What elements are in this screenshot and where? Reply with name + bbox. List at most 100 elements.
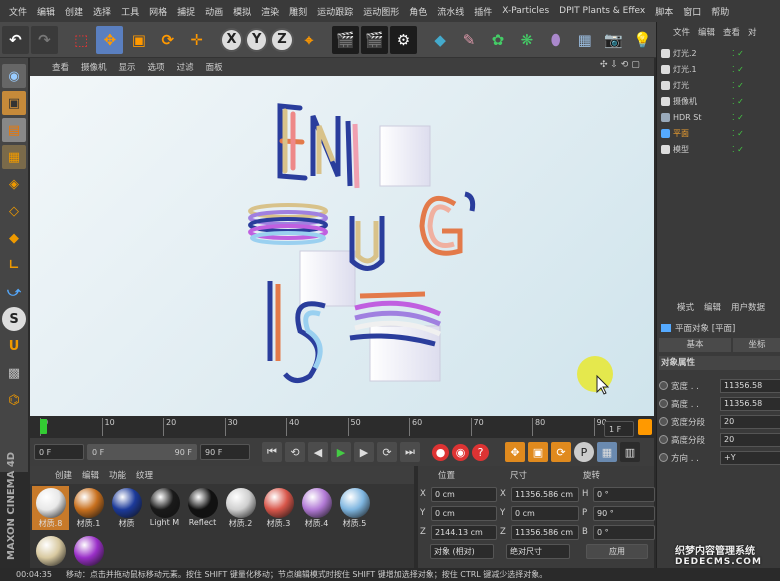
objmgr-tab[interactable]: 文件	[673, 26, 690, 38]
y-axis-button[interactable]: Y	[245, 27, 269, 52]
material-swatch[interactable]: 材质.5	[336, 486, 373, 530]
prev-frame-button[interactable]: ◀	[308, 442, 328, 462]
viewport-nav-icons[interactable]: ✣ ⇩ ⟲ ▢	[600, 60, 640, 70]
attr-value-field[interactable]: 11356.58	[720, 378, 780, 393]
attr-tab[interactable]: 模式	[677, 301, 694, 313]
viewport-menu-item[interactable]: 选项	[142, 61, 171, 73]
material-menu-item[interactable]: 编辑	[77, 469, 104, 481]
key-scale-button[interactable]: ▣	[528, 442, 548, 462]
menu-item-16[interactable]: X-Particles	[497, 6, 554, 16]
visibility-check-icon[interactable]: ⁚ ✓	[732, 129, 744, 138]
object-row[interactable]: 灯光.1 ⁚ ✓	[661, 62, 779, 76]
visibility-check-icon[interactable]: ⁚ ✓	[732, 113, 744, 122]
render-settings-button[interactable]: ⚙	[390, 25, 417, 54]
timeline-window-button[interactable]: ▥	[620, 442, 640, 462]
object-row[interactable]: 灯光.2 ⁚ ✓	[661, 46, 779, 60]
material-menu-item[interactable]: 创建	[50, 469, 77, 481]
undo-button[interactable]: ↶	[2, 25, 29, 54]
material-swatch[interactable]: 材质.2	[222, 486, 259, 530]
menu-item-17[interactable]: DPIT Plants & Effex	[554, 6, 650, 16]
material-menu-item[interactable]: 纹理	[131, 469, 158, 481]
goto-start-button[interactable]: ⏮	[262, 442, 282, 462]
viewport-menu-item[interactable]: 显示	[113, 61, 142, 73]
key-position-button[interactable]: ✥	[505, 442, 525, 462]
menu-item-15[interactable]: 插件	[469, 5, 497, 18]
objmgr-tab[interactable]: 对	[748, 26, 757, 38]
cube-icon[interactable]: ◆	[427, 26, 454, 54]
menu-item-5[interactable]: 网格	[144, 5, 172, 18]
key-rotation-button[interactable]: ⟳	[551, 442, 571, 462]
material-swatch[interactable]: 材质.8	[32, 486, 69, 530]
object-row[interactable]: 平面 ⁚ ✓	[661, 126, 779, 140]
live-select-button[interactable]: ⬚	[68, 26, 95, 54]
viewport-menu-item[interactable]: 过滤	[171, 61, 200, 73]
menu-item-14[interactable]: 流水线	[432, 5, 469, 18]
object-row[interactable]: 摄像机 ⁚ ✓	[661, 94, 779, 108]
axis-mode-icon[interactable]: ∟	[2, 253, 26, 277]
menu-item-4[interactable]: 工具	[116, 5, 144, 18]
rotation-field[interactable]: 0 °	[593, 486, 655, 502]
menu-item-2[interactable]: 创建	[60, 5, 88, 18]
recent-tool-button[interactable]: ✛	[183, 26, 210, 54]
object-row[interactable]: HDR St ⁚ ✓	[661, 110, 779, 124]
coords-size-mode-select[interactable]: 绝对尺寸	[506, 544, 570, 559]
viewport-menu-item[interactable]: 面板	[200, 61, 229, 73]
timeline-current-frame[interactable]: 1 F	[604, 421, 634, 437]
pen-icon[interactable]: ✎	[456, 26, 483, 54]
next-key-button[interactable]: ⟳	[377, 442, 397, 462]
viewport-menu-item[interactable]: 摄像机	[75, 61, 113, 73]
polygons-mode-icon[interactable]: ◆	[2, 226, 26, 250]
animate-dot-icon[interactable]	[659, 435, 668, 444]
x-axis-button[interactable]: X	[219, 27, 244, 52]
render-view-button[interactable]: 🎬	[332, 25, 360, 54]
apply-button[interactable]: 应用	[586, 544, 648, 559]
position-field[interactable]: 2144.13 cm	[431, 524, 497, 540]
tab-coord[interactable]: 坐标	[733, 338, 780, 352]
keyframe-selection-button[interactable]: ?	[472, 443, 489, 461]
material-swatch[interactable]: Light M	[146, 486, 183, 530]
attr-value-field[interactable]: 11356.58	[720, 396, 780, 411]
playhead[interactable]	[40, 419, 47, 434]
magnet-icon[interactable]: U	[2, 334, 26, 358]
attr-value-field[interactable]: +Y	[720, 450, 780, 465]
visibility-check-icon[interactable]: ⁚ ✓	[732, 145, 744, 154]
menu-item-7[interactable]: 动画	[200, 5, 228, 18]
edges-mode-icon[interactable]: ◇	[2, 199, 26, 223]
goto-end-button[interactable]: ⏭	[400, 442, 420, 462]
visibility-check-icon[interactable]: ⁚ ✓	[732, 81, 744, 90]
range-slider[interactable]: 0 F 90 F	[87, 444, 197, 460]
workplane-mode-icon[interactable]: ▦	[2, 145, 26, 169]
timeline-layout-icon[interactable]	[638, 419, 652, 435]
menu-item-3[interactable]: 选择	[88, 5, 116, 18]
end-frame-field[interactable]: 90 F	[200, 444, 250, 460]
array-icon[interactable]: ❋	[513, 26, 540, 54]
menu-item-10[interactable]: 雕刻	[284, 5, 312, 18]
tweak-mode-icon[interactable]: ⤻	[2, 280, 26, 304]
subdivision-icon[interactable]: ✿	[485, 26, 512, 54]
material-swatch[interactable]: 材质	[108, 486, 145, 530]
material-swatch[interactable]: 材质.4	[298, 486, 335, 530]
size-field[interactable]: 0 cm	[511, 505, 579, 521]
attr-value-field[interactable]: 20	[720, 432, 780, 447]
animate-dot-icon[interactable]	[659, 453, 668, 462]
position-field[interactable]: 0 cm	[431, 505, 497, 521]
material-swatch[interactable]: Reflect	[184, 486, 221, 530]
model-mode-icon[interactable]: ▣	[2, 91, 26, 115]
animate-dot-icon[interactable]	[659, 417, 668, 426]
attr-tab[interactable]: 编辑	[704, 301, 721, 313]
camera-icon[interactable]: 📷	[600, 26, 627, 54]
key-param-button[interactable]: P	[574, 442, 594, 462]
menu-item-6[interactable]: 捕捉	[172, 5, 200, 18]
key-pla-button[interactable]: ▦	[597, 442, 617, 462]
menu-item-1[interactable]: 编辑	[32, 5, 60, 18]
record-button[interactable]: ●	[432, 443, 449, 461]
menu-item-20[interactable]: 帮助	[706, 5, 734, 18]
menu-item-19[interactable]: 窗口	[678, 5, 706, 18]
visibility-check-icon[interactable]: ⁚ ✓	[732, 65, 744, 74]
snap-icon[interactable]: S	[2, 307, 26, 331]
menu-item-11[interactable]: 运动跟踪	[312, 5, 358, 18]
attr-value-field[interactable]: 20	[720, 414, 780, 429]
coordinate-system-button[interactable]: ⌖	[296, 26, 323, 54]
size-field[interactable]: 11356.586 cm	[511, 486, 579, 502]
position-field[interactable]: 0 cm	[431, 486, 497, 502]
